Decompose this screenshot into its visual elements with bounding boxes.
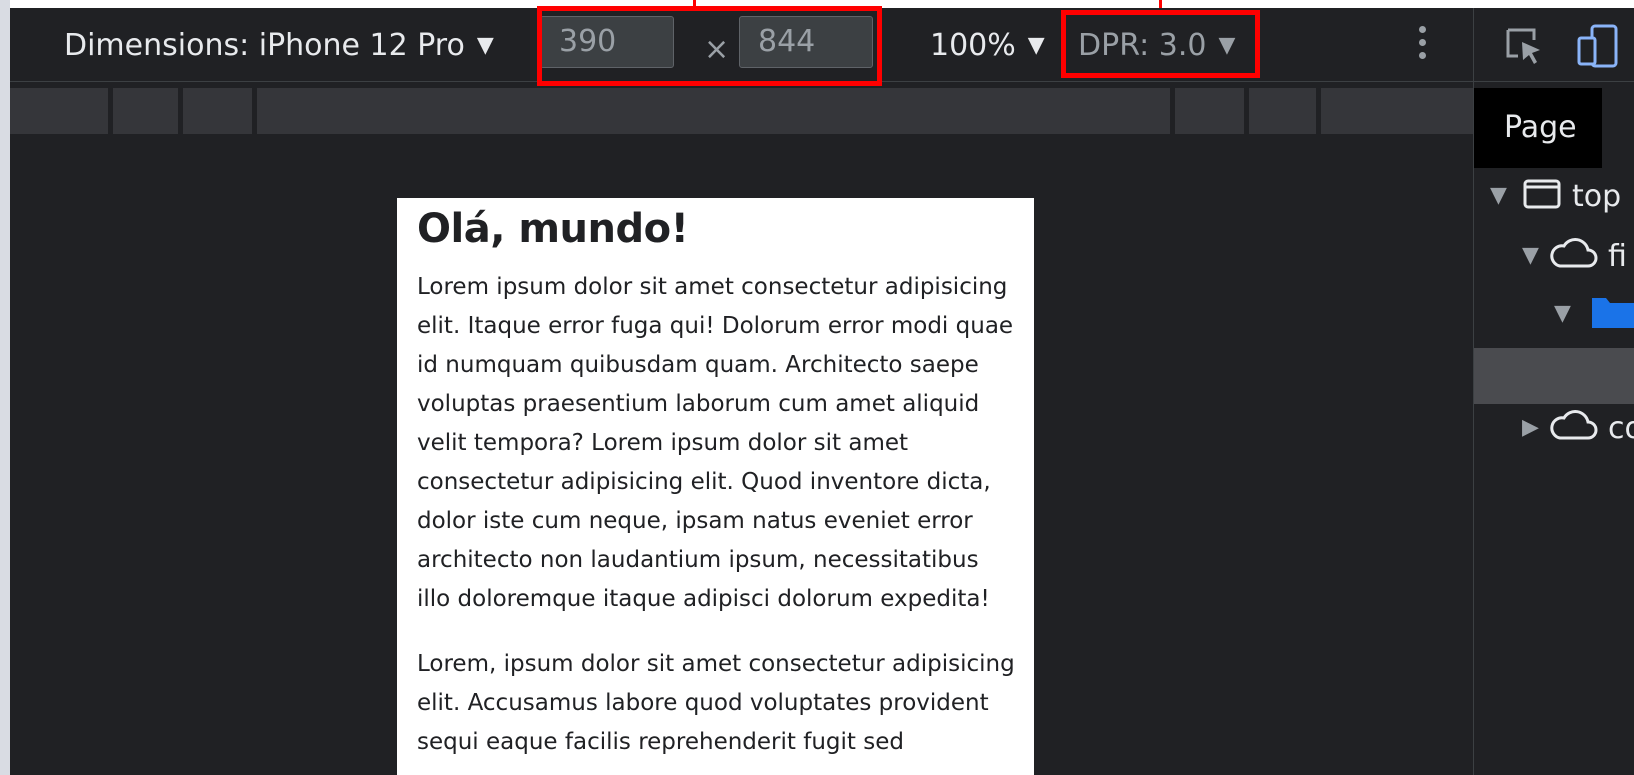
folder-icon [1592,298,1634,328]
expand-triangle-icon: ▼ [1490,183,1507,208]
tree-item-top[interactable]: ▼ top [1490,178,1621,234]
tree-item-label: top [1572,179,1622,214]
dpr-highlight-box [1061,10,1260,78]
tree-item-folder[interactable]: ▼ [1554,294,1634,350]
window-left-edge [0,0,10,775]
tree-item-frame-collapsed[interactable]: ▶ co [1522,408,1634,464]
collapse-triangle-icon: ▶ [1522,415,1539,440]
panel-toolbar [1474,8,1634,82]
cloud-icon [1550,410,1598,440]
selected-tree-row[interactable] [1474,348,1634,404]
dropdown-caret-icon: ▼ [476,33,494,58]
inspect-element-icon[interactable] [1504,26,1544,66]
device-dimensions-label: Dimensions: iPhone 12 Pro [64,28,465,63]
zoom-select[interactable]: 100% ▼ [930,28,1045,63]
emulated-page-viewport[interactable]: Olá, mundo! Lorem ipsum dolor sit amet c… [397,198,1034,775]
tab-page[interactable]: Page [1474,88,1602,168]
page-heading: Olá, mundo! [417,206,689,252]
frame-window-icon [1523,179,1561,209]
expand-triangle-icon: ▼ [1522,243,1539,268]
dimensions-highlight-box [537,6,882,86]
media-query-ruler[interactable] [10,88,1473,134]
dropdown-caret-icon: ▼ [1027,33,1045,58]
page-paragraph-1: Lorem ipsum dolor sit amet consectetur a… [417,274,1014,612]
zoom-label: 100% [930,28,1016,63]
expand-triangle-icon: ▼ [1554,301,1571,326]
more-vert-icon[interactable] [1416,26,1428,66]
tree-item-label: fi [1608,239,1627,274]
highlight-pointer-line [1159,0,1162,8]
tree-item-label: co [1608,411,1634,446]
device-toolbar-icon[interactable] [1576,24,1622,68]
devtools-side-panel: Page ▼ top ▼ fi ▼ ▶ co [1473,8,1634,775]
tree-item-frame[interactable]: ▼ fi [1522,236,1627,292]
device-dimensions-select[interactable]: Dimensions: iPhone 12 Pro ▼ [64,28,494,63]
cloud-icon [1550,238,1598,268]
highlight-pointer-line [693,0,696,8]
page-paragraph-2: Lorem, ipsum dolor sit amet consectetur … [417,651,1015,755]
